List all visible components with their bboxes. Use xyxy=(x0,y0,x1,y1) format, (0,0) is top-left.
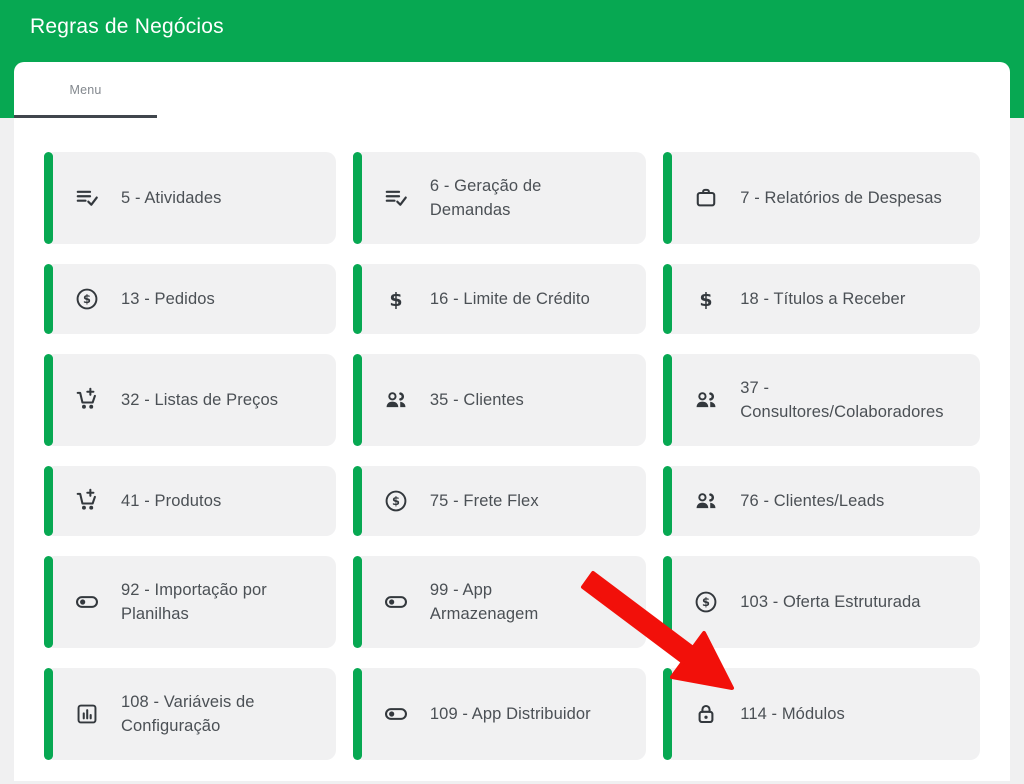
card-label: 103 - Oferta Estruturada xyxy=(740,590,920,614)
card-accent-bar xyxy=(353,152,362,244)
card-accent-bar xyxy=(353,466,362,536)
menu-card-16[interactable]: 16 - Limite de Crédito xyxy=(353,264,646,334)
card-label: 18 - Títulos a Receber xyxy=(740,287,905,311)
card-label: 76 - Clientes/Leads xyxy=(740,489,884,513)
card-accent-bar xyxy=(353,354,362,446)
card-label: 13 - Pedidos xyxy=(121,287,215,311)
bar-chart-icon xyxy=(74,701,100,727)
active-tab-underline xyxy=(14,115,157,118)
tab-bar: Menu xyxy=(14,62,1010,118)
menu-content: 5 - Atividades 6 - Geração de Demandas 7… xyxy=(14,118,1010,784)
menu-card-92[interactable]: 92 - Importação por Planilhas xyxy=(44,556,336,648)
menu-card-7[interactable]: 7 - Relatórios de Despesas xyxy=(663,152,980,244)
card-label: 114 - Módulos xyxy=(740,702,845,726)
tab-menu-label: Menu xyxy=(69,83,101,97)
card-accent-bar xyxy=(44,354,53,446)
dollar-icon xyxy=(693,286,719,312)
dollar-circle-icon xyxy=(383,488,409,514)
dollar-icon xyxy=(383,286,409,312)
briefcase-icon xyxy=(693,185,719,211)
list-check-icon xyxy=(74,185,100,211)
menu-panel: Menu 5 - Atividades 6 - Geração de Deman… xyxy=(14,62,1010,781)
menu-card-103[interactable]: 103 - Oferta Estruturada xyxy=(663,556,980,648)
card-label: 108 - Variáveis de Configuração xyxy=(121,690,255,738)
menu-card-35[interactable]: 35 - Clientes xyxy=(353,354,646,446)
cart-plus-icon xyxy=(74,488,100,514)
card-accent-bar xyxy=(44,668,53,760)
card-label: 32 - Listas de Preços xyxy=(121,388,278,412)
menu-card-75[interactable]: 75 - Frete Flex xyxy=(353,466,646,536)
toggle-icon xyxy=(383,701,409,727)
menu-card-5[interactable]: 5 - Atividades xyxy=(44,152,336,244)
card-accent-bar xyxy=(44,152,53,244)
card-label: 41 - Produtos xyxy=(121,489,221,513)
card-accent-bar xyxy=(663,152,672,244)
menu-card-18[interactable]: 18 - Títulos a Receber xyxy=(663,264,980,334)
menu-card-37[interactable]: 37 - Consultores/Colaboradores xyxy=(663,354,980,446)
menu-card-109[interactable]: 109 - App Distribuidor xyxy=(353,668,646,760)
card-accent-bar xyxy=(44,556,53,648)
toggle-icon xyxy=(74,589,100,615)
card-accent-bar xyxy=(663,466,672,536)
card-accent-bar xyxy=(663,264,672,334)
menu-card-76[interactable]: 76 - Clientes/Leads xyxy=(663,466,980,536)
card-label: 109 - App Distribuidor xyxy=(430,702,591,726)
menu-card-108[interactable]: 108 - Variáveis de Configuração xyxy=(44,668,336,760)
card-label: 37 - Consultores/Colaboradores xyxy=(740,376,943,424)
lock-icon xyxy=(693,701,719,727)
people-icon xyxy=(383,387,409,413)
card-label: 99 - App Armazenagem xyxy=(430,578,538,626)
menu-card-99[interactable]: 99 - App Armazenagem xyxy=(353,556,646,648)
card-label: 92 - Importação por Planilhas xyxy=(121,578,267,626)
people-icon xyxy=(693,488,719,514)
card-label: 5 - Atividades xyxy=(121,186,221,210)
card-accent-bar xyxy=(663,668,672,760)
toggle-icon xyxy=(383,589,409,615)
card-accent-bar xyxy=(663,354,672,446)
list-check-icon xyxy=(383,185,409,211)
tab-menu[interactable]: Menu xyxy=(14,62,157,118)
card-label: 6 - Geração de Demandas xyxy=(430,174,541,222)
card-accent-bar xyxy=(353,556,362,648)
card-label: 16 - Limite de Crédito xyxy=(430,287,590,311)
menu-card-32[interactable]: 32 - Listas de Preços xyxy=(44,354,336,446)
card-grid: 5 - Atividades 6 - Geração de Demandas 7… xyxy=(44,152,980,760)
card-label: 75 - Frete Flex xyxy=(430,489,539,513)
people-icon xyxy=(693,387,719,413)
dollar-circle-icon xyxy=(693,589,719,615)
menu-card-114[interactable]: 114 - Módulos xyxy=(663,668,980,760)
card-accent-bar xyxy=(353,264,362,334)
card-accent-bar xyxy=(44,264,53,334)
menu-card-13[interactable]: 13 - Pedidos xyxy=(44,264,336,334)
cart-plus-icon xyxy=(74,387,100,413)
card-label: 35 - Clientes xyxy=(430,388,524,412)
menu-card-6[interactable]: 6 - Geração de Demandas xyxy=(353,152,646,244)
dollar-circle-icon xyxy=(74,286,100,312)
card-accent-bar xyxy=(44,466,53,536)
page-title: Regras de Negócios xyxy=(30,15,224,39)
card-label: 7 - Relatórios de Despesas xyxy=(740,186,942,210)
card-accent-bar xyxy=(663,556,672,648)
card-accent-bar xyxy=(353,668,362,760)
menu-card-41[interactable]: 41 - Produtos xyxy=(44,466,336,536)
